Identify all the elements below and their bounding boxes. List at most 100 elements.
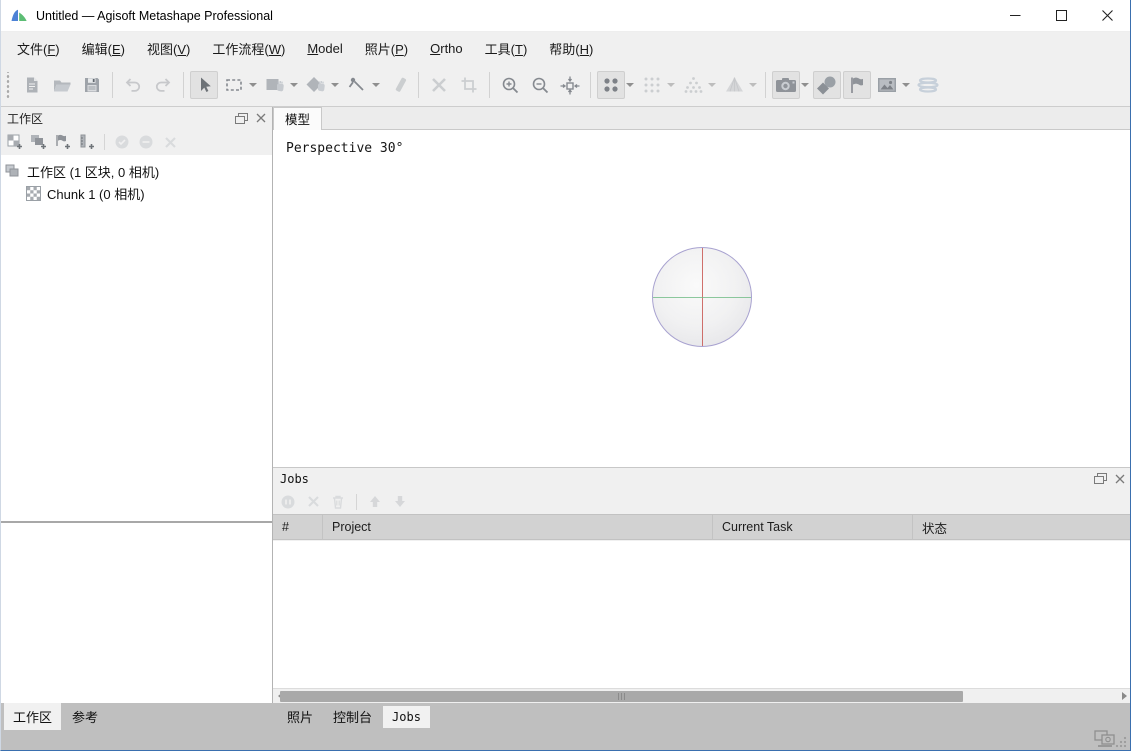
open-project-button[interactable] bbox=[48, 71, 76, 99]
add-photos-button[interactable] bbox=[28, 131, 50, 153]
close-button[interactable] bbox=[1084, 0, 1130, 31]
workspace-float-button[interactable] bbox=[235, 113, 248, 124]
region-sphere[interactable] bbox=[652, 247, 752, 347]
images-dropdown-caret[interactable] bbox=[902, 83, 910, 87]
reset-view-button[interactable] bbox=[556, 71, 584, 99]
status-bar-icon bbox=[1094, 730, 1116, 748]
rotate-region-dropdown-caret[interactable] bbox=[290, 83, 298, 87]
column-header-number[interactable]: # bbox=[273, 515, 323, 539]
new-document-icon bbox=[22, 75, 42, 95]
tab-photos[interactable]: 照片 bbox=[278, 703, 322, 730]
save-project-button[interactable] bbox=[78, 71, 106, 99]
zoom-out-icon bbox=[530, 75, 551, 96]
crop-icon bbox=[459, 75, 479, 95]
rectangle-selection-icon bbox=[224, 75, 244, 95]
menu-model[interactable]: Model bbox=[296, 35, 353, 62]
open-folder-icon bbox=[52, 75, 73, 95]
toolbar-separator bbox=[183, 72, 184, 98]
point-cloud-icon bbox=[601, 75, 621, 95]
rectangle-selection-button[interactable] bbox=[220, 71, 248, 99]
menu-photo[interactable]: 照片(P) bbox=[354, 33, 419, 64]
model-view[interactable]: Perspective 30° Y Z X bbox=[273, 130, 1131, 467]
zoom-in-icon bbox=[500, 75, 521, 96]
show-images-button[interactable] bbox=[873, 71, 901, 99]
workspace-panel-title: 工作区 bbox=[7, 110, 43, 127]
workspace-tree: 工作区 (1 区块, 0 相机) Chunk 1 (0 相机) bbox=[1, 155, 272, 521]
jobs-horizontal-scrollbar[interactable] bbox=[273, 688, 1131, 703]
show-cameras-button[interactable] bbox=[772, 71, 800, 99]
tree-item-chunk[interactable]: Chunk 1 (0 相机) bbox=[1, 182, 272, 204]
scrollbar-thumb[interactable] bbox=[280, 691, 963, 702]
window-resize-grip[interactable] bbox=[1114, 735, 1127, 748]
column-header-project[interactable]: Project bbox=[323, 515, 713, 539]
arrow-down-icon bbox=[393, 494, 407, 509]
menu-file[interactable]: 文件(F) bbox=[6, 33, 71, 64]
trash-icon bbox=[330, 494, 346, 510]
rotate-region-icon bbox=[264, 75, 286, 95]
zoom-out-button[interactable] bbox=[526, 71, 554, 99]
toolbar-separator bbox=[489, 72, 490, 98]
move-region-dropdown-caret[interactable] bbox=[331, 83, 339, 87]
sphere-horizontal-axis bbox=[653, 297, 751, 298]
toolbar-separator bbox=[765, 72, 766, 98]
reset-view-icon bbox=[559, 75, 581, 96]
eraser-button bbox=[384, 71, 412, 99]
selection-dropdown-caret[interactable] bbox=[249, 83, 257, 87]
menu-ortho[interactable]: Ortho bbox=[419, 35, 474, 62]
redo-button bbox=[149, 71, 177, 99]
jobs-panel-title: Jobs bbox=[280, 472, 309, 486]
show-mesh-button bbox=[720, 71, 748, 99]
add-marker-button[interactable] bbox=[52, 131, 74, 153]
show-shapes-button[interactable] bbox=[813, 71, 841, 99]
document-tab-bar: 模型 bbox=[273, 107, 1131, 130]
column-header-current-task[interactable]: Current Task bbox=[713, 515, 913, 539]
camera-icon bbox=[774, 75, 798, 95]
zoom-in-button[interactable] bbox=[496, 71, 524, 99]
tab-console[interactable]: 控制台 bbox=[324, 703, 381, 730]
jobs-close-button[interactable] bbox=[1115, 474, 1125, 484]
cameras-dropdown-caret[interactable] bbox=[801, 83, 809, 87]
tie-points-icon bbox=[642, 75, 662, 95]
show-markers-button[interactable] bbox=[843, 71, 871, 99]
menu-edit[interactable]: 编辑(E) bbox=[71, 33, 136, 64]
eraser-icon bbox=[388, 75, 408, 95]
workspace-close-button[interactable] bbox=[256, 113, 266, 123]
workspace-panel-header: 工作区 bbox=[1, 107, 272, 129]
add-chunk-button[interactable] bbox=[4, 131, 26, 153]
menu-view[interactable]: 视图(V) bbox=[136, 33, 201, 64]
workspace-root-icon bbox=[5, 164, 21, 178]
rotate-region-button[interactable] bbox=[261, 71, 289, 99]
ruler-dropdown-caret[interactable] bbox=[372, 83, 380, 87]
show-ellipsoid-button bbox=[914, 71, 942, 99]
menu-workflow[interactable]: 工作流程(W) bbox=[201, 33, 296, 64]
tab-reference[interactable]: 参考 bbox=[63, 703, 107, 730]
new-project-button[interactable] bbox=[18, 71, 46, 99]
point-cloud-dropdown-caret[interactable] bbox=[626, 83, 634, 87]
add-chunk-icon bbox=[7, 134, 24, 151]
maximize-button[interactable] bbox=[1038, 0, 1084, 31]
disable-item-button bbox=[135, 131, 157, 153]
tree-item-workspace-root[interactable]: 工作区 (1 区块, 0 相机) bbox=[1, 160, 272, 182]
tree-item-label: Chunk 1 (0 相机) bbox=[47, 184, 145, 203]
toolbar-drag-handle[interactable] bbox=[5, 72, 13, 98]
image-icon bbox=[876, 75, 898, 95]
add-scalebar-icon bbox=[78, 134, 96, 151]
workspace-panel: 工作区 bbox=[1, 107, 273, 703]
tab-jobs[interactable]: Jobs bbox=[383, 706, 430, 728]
scroll-right-arrow[interactable] bbox=[1117, 689, 1131, 704]
menu-help[interactable]: 帮助(H) bbox=[538, 33, 604, 64]
jobs-float-button[interactable] bbox=[1094, 473, 1107, 484]
selection-arrow-button[interactable] bbox=[190, 71, 218, 99]
minimize-button[interactable] bbox=[992, 0, 1038, 31]
toolbar-separator bbox=[112, 72, 113, 98]
tab-model[interactable]: 模型 bbox=[273, 107, 322, 130]
show-point-cloud-button[interactable] bbox=[597, 71, 625, 99]
ellipsoid-icon bbox=[916, 75, 940, 95]
delete-x-icon bbox=[429, 75, 449, 95]
tab-workspace[interactable]: 工作区 bbox=[4, 703, 61, 730]
column-header-status[interactable]: 状态 bbox=[913, 515, 1131, 539]
ruler-button[interactable] bbox=[343, 71, 371, 99]
menu-tools[interactable]: 工具(T) bbox=[474, 33, 539, 64]
add-scalebar-button[interactable] bbox=[76, 131, 98, 153]
move-region-button[interactable] bbox=[302, 71, 330, 99]
